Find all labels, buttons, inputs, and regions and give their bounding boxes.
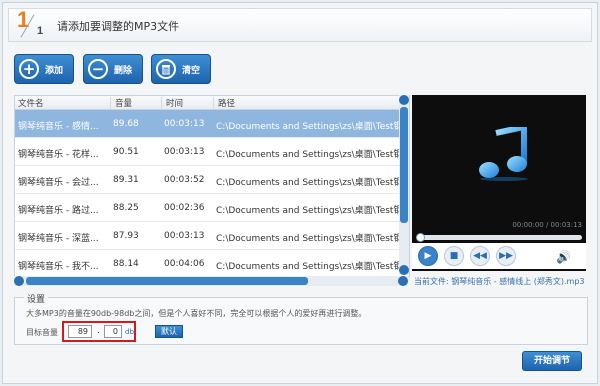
music-note-icon — [474, 123, 534, 182]
clear-button[interactable]: 清空 — [151, 54, 211, 84]
scroll-right-button[interactable] — [398, 276, 408, 286]
scrollbar-thumb[interactable] — [26, 277, 308, 285]
play-button[interactable]: ▶ — [418, 246, 438, 266]
play-icon: ▶ — [424, 251, 432, 261]
column-header-path[interactable]: 路径 — [218, 97, 235, 109]
cell-path: C:\Documents and Settings\zs\桌面\Test钢 — [216, 178, 402, 188]
step-header: 1 1 请添加要调整的MP3文件 — [8, 7, 592, 42]
playback-progress[interactable] — [416, 233, 582, 242]
trash-icon — [156, 59, 176, 79]
table-row[interactable]: 钢琴纯音乐 - 深蓝... 87.93 00:03:13 C:\Document… — [15, 222, 409, 250]
cell-path: C:\Documents and Settings\zs\桌面\Test钢 — [216, 262, 402, 272]
step-number: 1 — [17, 7, 30, 32]
cell-time: 00:02:36 — [164, 203, 205, 213]
stop-button[interactable]: ■ — [444, 246, 464, 266]
cell-path: C:\Documents and Settings\zs\桌面\Test钢 — [216, 234, 402, 244]
cell-name: 钢琴纯音乐 - 深蓝... — [18, 234, 99, 244]
stop-icon: ■ — [449, 251, 459, 261]
table-row[interactable]: 钢琴纯音乐 - 路过... 88.25 00:02:36 C:\Document… — [15, 194, 409, 222]
remove-button[interactable]: − 删除 — [83, 54, 143, 84]
previous-icon: ◀◀ — [473, 251, 487, 261]
cell-time: 00:03:52 — [164, 175, 205, 185]
add-button[interactable]: + 添加 — [14, 54, 74, 84]
list-vertical-scrollbar[interactable] — [399, 95, 409, 275]
cell-volume: 88.14 — [113, 259, 139, 269]
clear-button-label: 清空 — [182, 65, 201, 76]
table-row[interactable]: 钢琴纯音乐 - 感情... 89.68 00:03:13 C:\Document… — [15, 110, 409, 138]
decimal-separator: . — [97, 326, 100, 336]
next-icon: ▶▶ — [499, 251, 513, 261]
target-volume-fraction-input[interactable]: 0 — [104, 325, 122, 338]
file-list-header: 文件名 音量 时间 路径 — [15, 96, 409, 110]
step-indicator: 1 1 — [15, 7, 51, 41]
settings-description: 大多MP3的音量在90db-98db之间，但是个人喜好不同，完全可以根据个人的爱… — [26, 309, 367, 318]
cell-name: 钢琴纯音乐 - 花样... — [18, 150, 99, 160]
table-row[interactable]: 钢琴纯音乐 - 会过... 89.31 00:03:52 C:\Document… — [15, 166, 409, 194]
list-horizontal-scrollbar[interactable] — [14, 276, 408, 286]
column-divider — [110, 97, 111, 110]
table-row[interactable]: 钢琴纯音乐 - 花样... 90.51 00:03:13 C:\Document… — [15, 138, 409, 166]
cell-time: 00:03:13 — [164, 147, 205, 157]
cell-time: 00:03:13 — [164, 119, 205, 129]
cell-time: 00:03:13 — [164, 231, 205, 241]
cell-path: C:\Documents and Settings\zs\桌面\Test钢 — [216, 122, 402, 132]
previous-button[interactable]: ◀◀ — [470, 246, 490, 266]
cell-time: 00:04:06 — [164, 259, 205, 269]
target-volume-label: 目标音量 — [26, 328, 58, 337]
column-divider — [161, 97, 162, 110]
column-divider — [213, 97, 214, 110]
page-title: 请添加要调整的MP3文件 — [57, 20, 180, 33]
cell-name: 钢琴纯音乐 - 会过... — [18, 178, 99, 188]
unit-label: db — [125, 328, 134, 336]
progress-handle[interactable] — [416, 233, 425, 242]
add-button-label: 添加 — [45, 65, 64, 76]
playback-time: 00:00:00 / 00:03:13 — [512, 221, 582, 229]
scroll-up-button[interactable] — [399, 95, 409, 105]
next-button[interactable]: ▶▶ — [496, 246, 516, 266]
cell-volume: 90.51 — [113, 147, 139, 157]
cell-path: C:\Documents and Settings\zs\桌面\Test钢 — [216, 150, 402, 160]
file-list: 文件名 音量 时间 路径 钢琴纯音乐 - 感情... 89.68 00:03:1… — [14, 95, 410, 277]
scroll-down-button[interactable] — [399, 265, 409, 275]
cell-volume: 89.31 — [113, 175, 139, 185]
cell-name: 钢琴纯音乐 - 路过... — [18, 206, 99, 216]
minus-icon: − — [88, 59, 108, 79]
scroll-left-button[interactable] — [14, 276, 24, 286]
table-row[interactable]: 钢琴纯音乐 - 我不... 88.14 00:04:06 C:\Document… — [15, 250, 409, 276]
remove-button-label: 删除 — [114, 65, 133, 76]
current-file-label: 当前文件: 钢琴纯音乐 - 感情线上 (郑秀文).mp3 — [414, 277, 585, 286]
step-total: 1 — [37, 25, 44, 37]
cell-volume: 89.68 — [113, 119, 139, 129]
settings-legend: 设置 — [24, 292, 49, 305]
cell-name: 钢琴纯音乐 - 我不... — [18, 262, 99, 272]
scrollbar-thumb[interactable] — [400, 107, 408, 223]
cell-name: 钢琴纯音乐 - 感情... — [18, 122, 99, 132]
column-header-name[interactable]: 文件名 — [18, 97, 44, 109]
column-header-volume[interactable]: 音量 — [115, 97, 132, 109]
target-volume-integer-input[interactable]: 89 — [68, 325, 92, 338]
volume-icon[interactable]: 🔊 — [556, 250, 571, 264]
column-header-time[interactable]: 时间 — [166, 97, 183, 109]
plus-icon: + — [19, 59, 39, 79]
default-button[interactable]: 默认 — [155, 325, 183, 338]
cell-volume: 88.25 — [113, 203, 139, 213]
cell-path: C:\Documents and Settings\zs\桌面\Test钢 — [216, 206, 402, 216]
start-adjust-button[interactable]: 开始调节 — [522, 351, 582, 371]
cell-volume: 87.93 — [113, 231, 139, 241]
